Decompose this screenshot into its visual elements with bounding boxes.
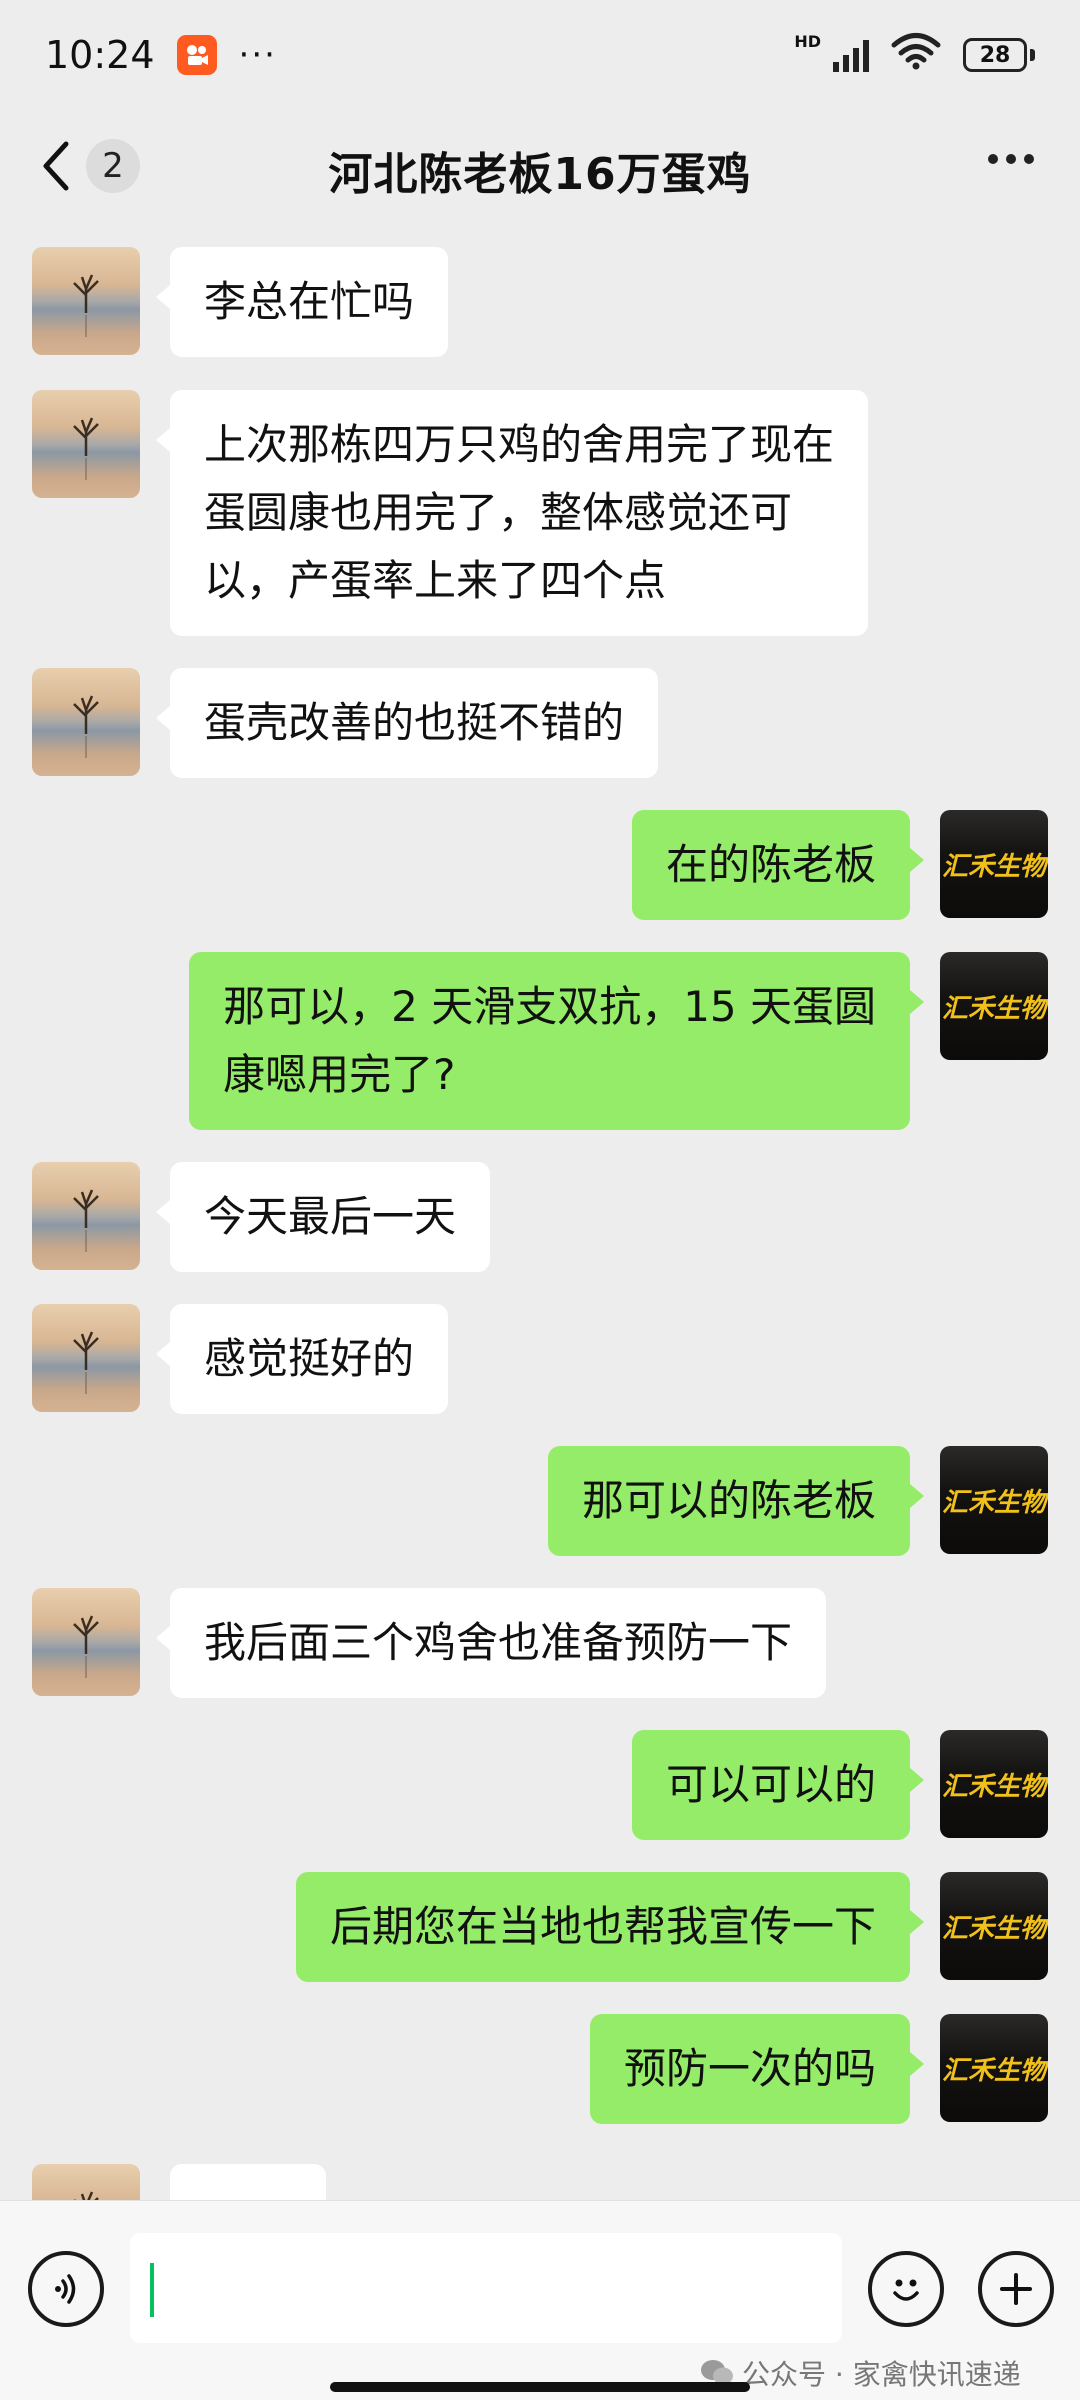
brand-logo-text: 汇禾生物 (941, 1771, 1046, 1802)
contact-avatar[interactable] (32, 1588, 140, 1696)
smiley-icon (893, 2279, 919, 2301)
more-options-button[interactable] (988, 154, 1034, 164)
incoming-message-bubble[interactable]: 李总在忙吗 (155, 247, 449, 357)
message-line: 以，产蛋率上来了四个点 (204, 556, 667, 605)
incoming-message-bubble[interactable]: 今天最后一天 (155, 1162, 491, 1272)
chevron-left-icon (43, 141, 69, 191)
incoming-message-bubble[interactable]: 感觉挺好的 (155, 1304, 449, 1414)
contact-avatar[interactable] (32, 668, 140, 776)
brand-logo-text: 汇禾生物 (941, 1913, 1046, 1944)
message-line: 那可以，2 天滑支双抗，15 天蛋圆 (223, 982, 876, 1031)
more-notifications-icon: ··· (238, 35, 277, 75)
watermark-text: 公众号 · 家禽快讯速递 (742, 2358, 1021, 2391)
chat-header: 河北陈老板16万蛋鸡 2 (0, 110, 1080, 230)
outgoing-message-bubble[interactable]: 后期您在当地也帮我宣传一下 (295, 1872, 925, 1982)
contact-avatar[interactable] (32, 1304, 140, 1412)
brand-logo-text: 汇禾生物 (941, 2055, 1046, 2086)
brand-logo-text: 汇禾生物 (941, 851, 1046, 882)
message-line: 上次那栋四万只鸡的舍用完了现在 (204, 420, 835, 469)
message-input[interactable] (130, 2233, 842, 2343)
contact-avatar[interactable] (32, 1162, 140, 1270)
my-avatar[interactable]: 汇禾生物 (940, 2014, 1048, 2122)
outgoing-message-bubble[interactable]: 那可以的陈老板 (547, 1446, 925, 1556)
back-button[interactable]: 2 (38, 138, 140, 194)
input-bar: 公众号 · 家禽快讯速递 (0, 2200, 1080, 2400)
voice-icon (55, 2274, 76, 2304)
contact-avatar[interactable] (32, 2164, 140, 2200)
chat-title: 河北陈老板16万蛋鸡 (328, 149, 752, 200)
outgoing-message-bubble[interactable]: 预防一次的吗 (589, 2014, 925, 2124)
message-line: 蛋圆康也用完了，整体感觉还可 (204, 488, 793, 537)
contact-avatar[interactable] (32, 390, 140, 498)
message-list[interactable]: 李总在忙吗 上次那栋四万只鸡的舍用完了现在 蛋圆康也用完了，整体感觉还可 以，产… (0, 230, 1080, 2200)
incoming-message-bubble[interactable] (170, 2164, 326, 2200)
battery-level: 28 (963, 38, 1027, 72)
my-avatar[interactable]: 汇禾生物 (940, 1872, 1048, 1980)
brand-logo-text: 汇禾生物 (941, 1487, 1046, 1518)
incoming-message-bubble[interactable]: 我后面三个鸡舍也准备预防一下 (155, 1588, 827, 1698)
unread-count-badge: 2 (86, 139, 140, 193)
hd-indicator: HD (794, 31, 821, 51)
outgoing-message-bubble[interactable]: 那可以，2 天滑支双抗，15 天蛋圆 康嗯用完了? (189, 952, 924, 1130)
my-avatar[interactable]: 汇禾生物 (940, 952, 1048, 1060)
status-time: 10:24 (45, 33, 155, 77)
status-bar: 10:24 ··· HD 28 (0, 0, 1080, 110)
plus-icon (1000, 2273, 1032, 2305)
kuaishou-app-icon (176, 35, 217, 75)
brand-logo-text: 汇禾生物 (941, 993, 1046, 1024)
my-avatar[interactable]: 汇禾生物 (940, 1446, 1048, 1554)
text-cursor (150, 2263, 154, 2317)
signal-icon (833, 38, 869, 72)
outgoing-message-bubble[interactable]: 可以可以的 (631, 1730, 925, 1840)
incoming-message-bubble[interactable]: 上次那栋四万只鸡的舍用完了现在 蛋圆康也用完了，整体感觉还可 以，产蛋率上来了四… (155, 390, 869, 636)
contact-avatar[interactable] (32, 247, 140, 355)
message-line: 康嗯用完了? (223, 1050, 456, 1099)
my-avatar[interactable]: 汇禾生物 (940, 1730, 1048, 1838)
incoming-message-bubble[interactable]: 蛋壳改善的也挺不错的 (155, 668, 659, 778)
more-functions-button[interactable] (978, 2251, 1054, 2327)
battery-icon: 28 (963, 38, 1035, 72)
home-indicator[interactable] (330, 2382, 750, 2392)
emoji-button[interactable] (868, 2251, 944, 2327)
wifi-icon (891, 32, 941, 79)
outgoing-message-bubble[interactable]: 在的陈老板 (631, 810, 925, 920)
voice-input-button[interactable] (28, 2251, 104, 2327)
my-avatar[interactable]: 汇禾生物 (940, 810, 1048, 918)
